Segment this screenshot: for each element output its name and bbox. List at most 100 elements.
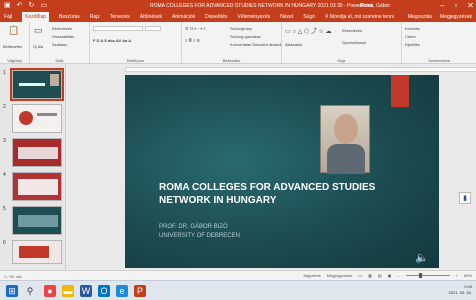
tab-view[interactable]: Nézet	[280, 14, 293, 20]
notes-button[interactable]: Jegyzetek	[303, 273, 321, 278]
tell-me-search[interactable]: ⚲ Mondja el, mit szeretne tenni	[325, 14, 394, 20]
slide-thumbnail-2[interactable]	[12, 104, 62, 133]
thumb-number: 1	[3, 70, 6, 76]
current-slide[interactable]: ROMA COLLEGES FOR ADVANCED STUDIES NETWO…	[125, 75, 439, 268]
outlook-icon[interactable]: O	[98, 285, 110, 297]
powerpoint-icon[interactable]: P	[134, 285, 146, 297]
group-clipboard: 📋 Beillesztés Vágólap	[0, 22, 30, 64]
file-explorer-icon[interactable]: ▬	[62, 285, 74, 297]
comments-button[interactable]: Megjegyzések	[440, 14, 472, 20]
section-button[interactable]: Szakasz	[52, 42, 67, 47]
thumb-text-line	[37, 113, 57, 116]
layout-button[interactable]: Elrendezés	[52, 26, 72, 31]
slide-title[interactable]: ROMA COLLEGES FOR ADVANCED STUDIES NETWO…	[159, 181, 399, 207]
designer-pane-icon[interactable]: ▮	[459, 192, 471, 204]
window-controls: – ▫ ✕	[440, 1, 474, 11]
shapes-button[interactable]: Alakzatok	[285, 42, 302, 47]
comments-status-button[interactable]: Megjegyzések	[327, 273, 353, 278]
status-bar: 1 / 34. dia Jegyzetek Megjegyzések ▭ ▦ ▤…	[0, 270, 476, 280]
word-icon[interactable]: W	[80, 285, 92, 297]
reset-button[interactable]: Visszaállítás	[52, 34, 74, 39]
slide-thumbnail-pane[interactable]: 1 2 3 4 5 6	[0, 64, 66, 270]
arrange-button[interactable]: Elrendezés	[342, 28, 362, 33]
tab-home[interactable]: Kezdőlap	[22, 12, 49, 22]
group-editing: Keresés Csere Kijelölés Szerkesztés	[402, 22, 476, 64]
search-icon[interactable]: ⚲	[24, 285, 36, 297]
paste-icon[interactable]: 📋	[8, 25, 19, 36]
thumb-text-block	[18, 147, 58, 159]
align-buttons[interactable]: ≡ ≣ ≡ ☰	[185, 38, 200, 43]
author-name: PROF. DR. GÁBOR BIZÓ	[159, 224, 228, 230]
align-text-button[interactable]: Szöveg igazítása	[230, 34, 260, 39]
tab-transitions[interactable]: Áttűnések	[140, 14, 162, 20]
zoom-slider[interactable]	[405, 273, 450, 278]
thumb-title-line	[19, 83, 45, 86]
tab-slideshow[interactable]: Diavetítés	[205, 14, 227, 20]
reading-view-icon[interactable]: ▤	[378, 273, 382, 278]
zoom-level[interactable]: 69%	[464, 273, 472, 278]
zoom-out-icon[interactable]: –	[397, 273, 399, 278]
tab-design[interactable]: Tervezés	[110, 14, 130, 20]
slide-subtitle[interactable]: PROF. DR. GÁBOR BIZÓ UNIVERSITY OF DEBRE…	[159, 223, 240, 241]
group-font: F D A S abc AV Aa A Betűtípus	[90, 22, 182, 64]
zoom-slider-thumb[interactable]	[419, 273, 423, 278]
speaker-photo[interactable]	[320, 105, 370, 174]
tab-file[interactable]: Fájl	[4, 14, 12, 20]
redo-icon[interactable]: ↻	[29, 2, 35, 10]
thumb-number: 3	[3, 138, 6, 144]
slideshow-view-icon[interactable]: ▣	[388, 273, 392, 278]
start-slideshow-icon[interactable]: ▭	[40, 2, 47, 10]
zoom-in-icon[interactable]: +	[456, 273, 458, 278]
maximize-icon[interactable]: ▫	[454, 1, 457, 11]
save-icon[interactable]: ▣	[4, 2, 11, 10]
normal-view-icon[interactable]: ▭	[358, 273, 362, 278]
audio-speaker-icon[interactable]: 🔈	[415, 251, 429, 264]
group-slides-label: Diák	[55, 58, 64, 63]
list-buttons[interactable]: ☰ ☷ ⇤ ⇥ ≡	[185, 26, 206, 31]
tab-help[interactable]: Súgó	[303, 14, 315, 20]
horizontal-ruler	[125, 67, 476, 72]
replace-button[interactable]: Csere	[405, 34, 416, 39]
group-font-label: Betűtípus	[127, 58, 144, 63]
font-name-input[interactable]	[93, 26, 143, 31]
thumb-number: 4	[3, 172, 6, 178]
thumb-text-block	[18, 215, 58, 227]
chrome-icon[interactable]: ●	[44, 285, 56, 297]
undo-icon[interactable]: ↶	[17, 2, 23, 10]
new-slide-icon[interactable]: ▭	[34, 25, 43, 36]
tab-insert[interactable]: Beszúrás	[59, 14, 80, 20]
thumb-number: 5	[3, 206, 6, 212]
user-name[interactable]: Barna, Gábor	[360, 3, 390, 9]
select-button[interactable]: Kijelölés	[405, 42, 420, 47]
thumb-number: 2	[3, 104, 6, 110]
quick-styles-button[interactable]: Gyorsstílusok	[342, 40, 366, 45]
slide-sorter-icon[interactable]: ▦	[368, 273, 372, 278]
ribbon: 📋 Beillesztés Vágólap ▭ Új dia Elrendezé…	[0, 22, 476, 64]
edge-icon[interactable]: e	[116, 285, 128, 297]
close-icon[interactable]: ✕	[467, 1, 474, 11]
share-button[interactable]: Megosztás	[408, 14, 432, 20]
window-title: ROMA COLLEGES FOR ADVANCED STUDIES NETWO…	[150, 3, 373, 9]
tab-draw[interactable]: Rajz	[90, 14, 100, 20]
system-tray[interactable]: 9:05 2021. 03. 30.	[449, 284, 472, 296]
smartart-button[interactable]: Konvertálás SmartArt ábrává	[230, 42, 281, 47]
new-slide-button[interactable]: Új dia	[33, 44, 43, 49]
tab-animations[interactable]: Animációk	[172, 14, 195, 20]
shapes-gallery[interactable]: ▭ ○ △ ⬠ ⤴ ☆ ☁	[285, 26, 332, 35]
slide-thumbnail-4[interactable]	[12, 172, 62, 201]
slide-thumbnail-5[interactable]	[12, 206, 62, 235]
paste-button[interactable]: Beillesztés	[3, 44, 22, 49]
font-size-input[interactable]	[145, 26, 161, 31]
thumb-image	[19, 111, 33, 125]
slide-thumbnail-6[interactable]	[12, 240, 62, 264]
text-direction-button[interactable]: Szövegirány	[230, 26, 252, 31]
find-button[interactable]: Keresés	[405, 26, 420, 31]
minimize-icon[interactable]: –	[440, 1, 444, 11]
clock-date: 2021. 03. 30.	[448, 290, 472, 295]
tab-review[interactable]: Véleményezés	[237, 14, 270, 20]
font-format-buttons[interactable]: F D A S abc AV Aa A	[93, 38, 131, 43]
group-paragraph: ☰ ☷ ⇤ ⇥ ≡ Szövegirány Szöveg igazítása K…	[182, 22, 282, 64]
slide-thumbnail-1[interactable]	[10, 68, 64, 101]
windows-start-icon[interactable]: ⊞	[6, 285, 18, 297]
slide-thumbnail-3[interactable]	[12, 138, 62, 167]
